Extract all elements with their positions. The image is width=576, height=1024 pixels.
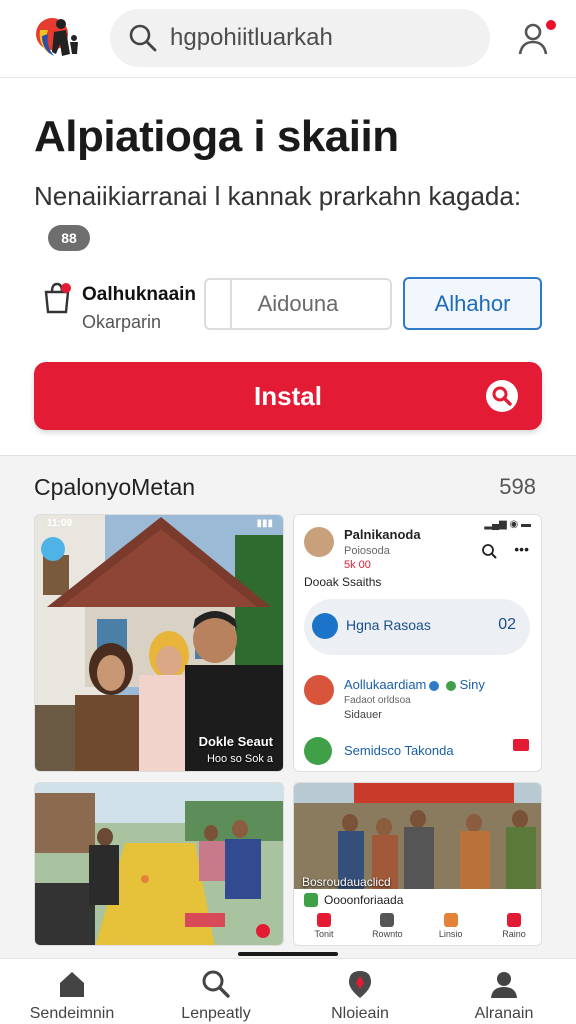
screenshots-section: CpalonyoMetan 598 11:09 ▮▮▮ Dokle Seaut …: [0, 455, 576, 960]
top-bar: [0, 0, 576, 78]
profile-likes: 5k 00: [344, 559, 371, 571]
search-icon: [486, 380, 518, 412]
pencil-icon: [312, 613, 338, 639]
share-icon: [443, 913, 458, 927]
pill-text: Hgna Rasoas: [346, 617, 431, 633]
app-logo[interactable]: [30, 10, 88, 66]
description-badge: 88: [48, 225, 90, 252]
action-label: Linsio: [438, 929, 463, 939]
screenshot-tile[interactable]: ▂▄▆ ◉ ▬ Palnikanoda Poiosoda 5k 00 ••• D…: [293, 514, 542, 772]
app-description-text: Nenaiikiarranai l kannak prarkahn kagada…: [34, 181, 522, 211]
heart-icon: [317, 913, 331, 927]
avatar: [304, 675, 334, 705]
action-label: Raino: [502, 929, 526, 939]
gathering-photo: [294, 783, 541, 889]
info-pill[interactable]: Hgna Rasoas 02: [304, 599, 530, 655]
flag-icon: [513, 739, 529, 751]
action-row: Tonit Rownto Linsio Raino: [304, 913, 534, 945]
post-badge: Siny: [459, 677, 485, 692]
status-time: 11:09: [47, 518, 73, 529]
post-author-name: Aollukaardiam: [344, 677, 427, 692]
post-card[interactable]: Oooonforiaada Tonit Rownto Linsio Raino: [294, 889, 541, 945]
photo-caption: Dokle Seaut: [198, 734, 273, 749]
search-icon[interactable]: [481, 543, 497, 559]
action-label: Rownto: [372, 929, 403, 939]
bottom-nav: Sendeimnin Lenpeatly Nloieain Alranain: [0, 958, 576, 1024]
avatar: [304, 737, 332, 765]
comment-icon: [380, 913, 395, 927]
action-label: Tonit: [314, 929, 334, 939]
profile-row: Dooak Ssaiths: [304, 575, 382, 589]
section-count: 598: [499, 474, 536, 499]
install-button[interactable]: Instal: [34, 362, 542, 430]
post-sub: Fadaot orldsoa: [344, 695, 411, 706]
search-bar[interactable]: [110, 9, 490, 67]
nav-item-home[interactable]: Sendeimnin: [0, 959, 144, 1024]
app-description: Nenaiikiarranai l kannak prarkahn kagada…: [34, 176, 534, 256]
account-button[interactable]: [516, 18, 558, 58]
app-title: Alpiatioga i skaiin: [34, 112, 399, 161]
screenshot-tile[interactable]: 11:09 ▮▮▮ Dokle Seaut Hoo so Sok a: [34, 514, 284, 772]
home-icon: [60, 972, 84, 997]
secondary-button[interactable]: Aidouna: [204, 278, 392, 330]
action-item[interactable]: Rownto: [367, 913, 407, 945]
action-item[interactable]: Tonit: [304, 913, 344, 945]
nav-label: Nloieain: [331, 1005, 389, 1022]
post-author: Aollukaardiam Siny: [344, 677, 485, 692]
bookmark-icon: [506, 913, 521, 927]
search-icon: [129, 24, 157, 52]
action-item[interactable]: Linsio: [431, 913, 471, 945]
profile-sub: Poiosoda: [344, 545, 390, 557]
photo-subcaption: Hoo so Sok a: [206, 753, 273, 765]
nav-label: Sendeimnin: [29, 1005, 115, 1022]
signal-icon: ▂▄▆ ◉ ▬: [484, 519, 531, 530]
action-item[interactable]: Raino: [494, 913, 534, 945]
post-title: Semidsco Takonda: [344, 743, 454, 758]
install-button-label: Instal: [254, 380, 322, 411]
search-input[interactable]: [170, 24, 470, 52]
post-meta: Sidauer: [344, 709, 382, 721]
nav-label: Alranain: [474, 1005, 534, 1022]
app-icon: [304, 893, 318, 907]
button-divider: [230, 280, 232, 328]
post-card-title: Oooonforiaada: [324, 893, 404, 907]
profile-name: Palnikanoda: [344, 527, 421, 542]
avatar: [304, 527, 334, 557]
nav-item-search[interactable]: Lenpeatly: [144, 959, 288, 1024]
nav-item-profile[interactable]: Alranain: [432, 959, 576, 1024]
nav-label: Lenpeatly: [181, 1005, 251, 1022]
location-icon: [349, 971, 371, 998]
market-photo: [35, 783, 283, 945]
screenshot-tile[interactable]: Bosroudauaclicd Oooonforiaada Tonit Rown…: [293, 782, 542, 946]
pill-count: 02: [498, 616, 516, 633]
screenshot-tile[interactable]: [34, 782, 284, 946]
developer-info[interactable]: Oalhuknaain Okarparin: [40, 280, 210, 336]
search-icon: [202, 970, 230, 998]
badge-icon: [446, 680, 456, 691]
tertiary-button[interactable]: Alhahor: [403, 277, 542, 330]
section-title: CpalonyoMetan: [34, 474, 196, 500]
home-indicator: [238, 952, 338, 956]
more-icon[interactable]: •••: [514, 541, 529, 557]
notification-dot: [544, 18, 558, 32]
person-icon: [491, 972, 517, 998]
verified-icon: [429, 680, 440, 691]
secondary-button-label: Aidouna: [257, 291, 339, 316]
battery-icon: ▮▮▮: [256, 518, 273, 529]
developer-name: Oalhuknaain: [82, 284, 197, 305]
developer-subtitle: Okarparin: [82, 312, 162, 332]
nav-item-location[interactable]: Nloieain: [288, 959, 432, 1024]
photo-caption: Bosroudauaclicd: [302, 875, 391, 889]
shopping-bag-icon: [44, 282, 71, 314]
